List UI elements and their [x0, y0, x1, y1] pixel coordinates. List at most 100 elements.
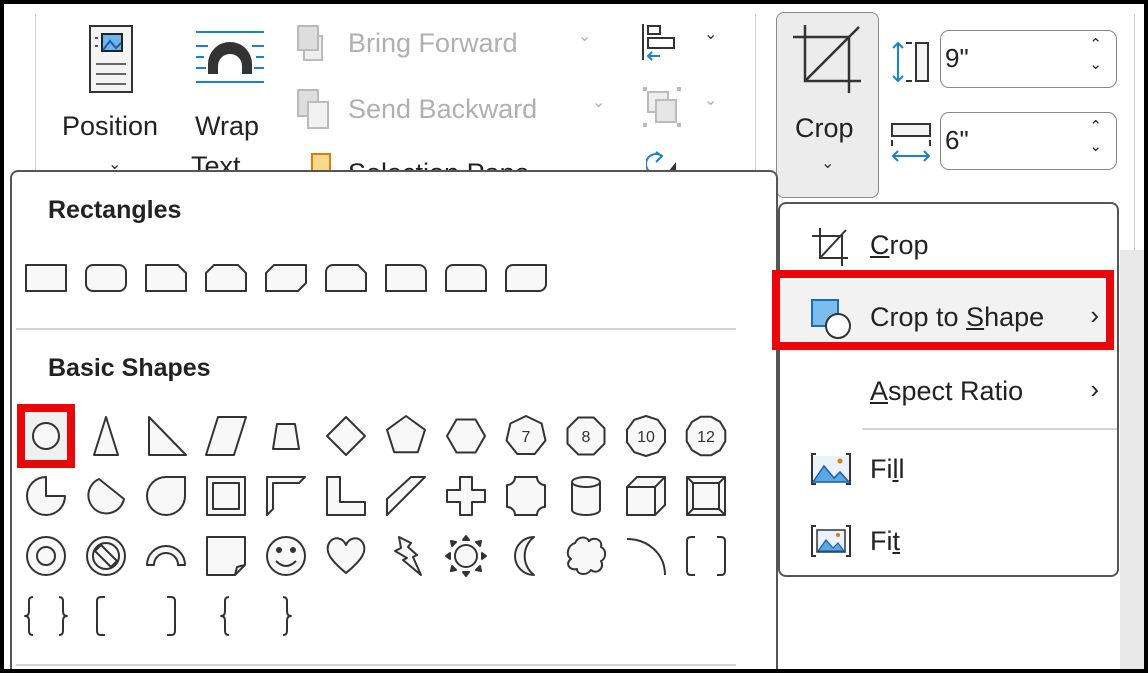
- dodecagon-icon: 12: [685, 415, 727, 457]
- rectangle-icon: [25, 264, 67, 292]
- shape-snip-same-side-corner-rectangle[interactable]: [201, 253, 251, 303]
- shape-heptagon[interactable]: 7: [501, 411, 551, 461]
- snip-same-side-corner-rectangle-icon: [205, 264, 247, 292]
- menu-item-label: Fit: [870, 526, 901, 556]
- width-value: 6": [945, 125, 969, 155]
- shape-height-input[interactable]: 9" ⌃ ⌄: [940, 30, 1117, 88]
- shape-no-symbol[interactable]: [81, 531, 131, 581]
- shape-width-input[interactable]: 6" ⌃ ⌄: [940, 112, 1117, 170]
- shape-cloud[interactable]: [561, 531, 611, 581]
- menu-item-aspect-ratio[interactable]: Aspect Ratio ›: [780, 354, 1117, 426]
- shape-chord[interactable]: [81, 471, 131, 521]
- position-icon: [89, 25, 133, 93]
- group-button[interactable]: ⌄: [640, 86, 720, 130]
- group-divider: [1134, 14, 1135, 250]
- shape-cube[interactable]: [621, 471, 671, 521]
- align-button[interactable]: ⌄: [640, 20, 720, 64]
- shape-partial-circle[interactable]: [21, 471, 71, 521]
- bring-forward-label: Bring Forward: [348, 28, 518, 58]
- crop-icon: [793, 25, 861, 93]
- crop-dropdown-menu: Crop Crop to Shape › Aspect Ratio › Fill…: [772, 202, 1119, 577]
- shape-oval[interactable]: [17, 404, 75, 468]
- shape-right-brace[interactable]: [261, 591, 311, 641]
- cylinder-icon: [571, 476, 601, 516]
- shape-cross[interactable]: [441, 471, 491, 521]
- height-value: 9": [945, 43, 969, 73]
- shape-round-diagonal-corner-rectangle[interactable]: [501, 253, 551, 303]
- svg-text:8: 8: [582, 429, 591, 446]
- shape-decagon[interactable]: 10: [621, 411, 671, 461]
- shape-snip-diagonal-corner-rectangle[interactable]: [261, 253, 311, 303]
- no-symbol-icon: [86, 536, 126, 576]
- octagon-icon: 8: [566, 416, 606, 456]
- menu-item-fill[interactable]: Fill: [780, 432, 1117, 504]
- bevel-icon: [686, 476, 726, 516]
- send-backward-button[interactable]: Send Backward ⌄: [296, 86, 616, 134]
- shape-donut[interactable]: [21, 531, 71, 581]
- position-button[interactable]: Position ⌄: [54, 18, 174, 188]
- shape-folded-corner[interactable]: [201, 531, 251, 581]
- shape-arc[interactable]: [621, 531, 671, 581]
- bring-forward-button[interactable]: Bring Forward ⌄: [296, 20, 606, 68]
- crop-button[interactable]: Crop ⌄: [776, 12, 879, 198]
- shape-smiley-face[interactable]: [261, 531, 311, 581]
- shape-snip-single-corner-rectangle[interactable]: [141, 253, 191, 303]
- shape-heart[interactable]: [321, 531, 371, 581]
- shape-round-single-corner-rectangle[interactable]: [381, 253, 431, 303]
- wrap-text-button[interactable]: Wrap Text ⌄: [186, 18, 286, 188]
- double-bracket-icon: [686, 536, 726, 576]
- increment-width-button[interactable]: ⌃: [1089, 117, 1102, 135]
- half-frame-icon: [266, 476, 306, 516]
- shape-double-bracket[interactable]: [681, 531, 731, 581]
- group-divider: [35, 14, 36, 189]
- shape-bevel[interactable]: [681, 471, 731, 521]
- shape-lightning-bolt[interactable]: [381, 531, 431, 581]
- shape-snip-and-round-single-corner-rectangle[interactable]: [321, 253, 371, 303]
- shape-sun[interactable]: [441, 531, 491, 581]
- shape-diagonal-stripe[interactable]: [381, 471, 431, 521]
- partial-circle-icon: [26, 476, 66, 516]
- send-backward-icon: [297, 89, 329, 129]
- shape-isosceles-triangle[interactable]: [81, 411, 131, 461]
- shape-left-bracket[interactable]: [81, 591, 131, 641]
- shape-right-bracket[interactable]: [141, 591, 191, 641]
- ribbon-window: Position ⌄ Wrap Text ⌄ Bring Forward ⌄ S…: [4, 4, 1144, 669]
- decrement-width-button[interactable]: ⌄: [1089, 137, 1102, 155]
- shape-left-brace[interactable]: [201, 591, 251, 641]
- menu-item-label: Fill: [870, 454, 905, 484]
- shape-hexagon[interactable]: [441, 411, 491, 461]
- shape-dodecagon[interactable]: 12: [681, 411, 731, 461]
- moon-icon: [514, 536, 535, 576]
- menu-item-fit[interactable]: Fit: [780, 504, 1117, 576]
- shape-trapezoid[interactable]: [261, 411, 311, 461]
- block-arc-icon: [146, 545, 186, 566]
- section-divider: [16, 328, 736, 330]
- shape-half-frame[interactable]: [261, 471, 311, 521]
- shape-right-triangle[interactable]: [141, 411, 191, 461]
- cloud-icon: [566, 536, 607, 575]
- hexagon-icon: [446, 418, 486, 454]
- decrement-height-button[interactable]: ⌄: [1089, 55, 1102, 73]
- wrap-label: Wrap: [195, 111, 260, 141]
- shape-moon[interactable]: [501, 531, 551, 581]
- shape-round-same-side-corner-rectangle[interactable]: [441, 253, 491, 303]
- shape-cylinder[interactable]: [561, 471, 611, 521]
- wrap-text-icon: [196, 31, 264, 83]
- shape-frame[interactable]: [201, 471, 251, 521]
- chevron-right-icon: ›: [1090, 374, 1099, 404]
- shape-octagon[interactable]: 8: [561, 411, 611, 461]
- shape-teardrop[interactable]: [141, 471, 191, 521]
- shape-pentagon[interactable]: [381, 411, 431, 461]
- shape-rounded-rectangle[interactable]: [81, 253, 131, 303]
- shape-rectangle[interactable]: [21, 253, 71, 303]
- cross-icon: [446, 476, 486, 516]
- shape-parallelogram[interactable]: [201, 411, 251, 461]
- shape-diamond[interactable]: [321, 411, 371, 461]
- shape-double-brace[interactable]: [21, 591, 71, 641]
- shape-l-shape[interactable]: [321, 471, 371, 521]
- right-brace-icon: [282, 596, 292, 636]
- increment-height-button[interactable]: ⌃: [1089, 35, 1102, 53]
- shape-plaque[interactable]: [501, 471, 551, 521]
- bring-forward-icon: [297, 25, 323, 61]
- shape-block-arc[interactable]: [141, 531, 191, 581]
